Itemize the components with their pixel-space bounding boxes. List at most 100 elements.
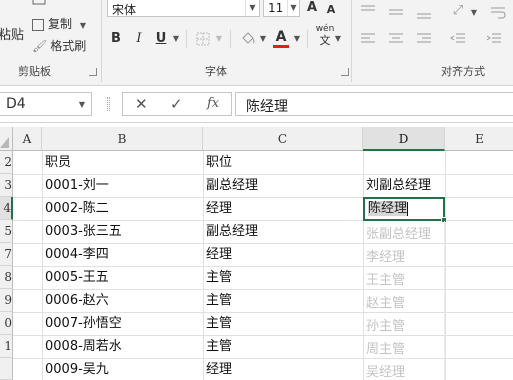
row-header[interactable]: 8 xyxy=(0,266,13,289)
chevron-down-icon[interactable]: ▼ xyxy=(171,29,181,49)
italic-button[interactable]: I xyxy=(130,29,148,49)
row-header[interactable]: 5 xyxy=(0,220,13,243)
column-header-c[interactable]: C xyxy=(203,127,363,151)
decrease-font-button[interactable]: A xyxy=(324,0,338,20)
fill-color-button[interactable] xyxy=(237,28,259,48)
align-center-button[interactable] xyxy=(385,29,407,49)
cell-b3[interactable]: 0001-刘一 xyxy=(42,174,109,197)
cancel-button[interactable]: ✕ xyxy=(135,95,148,113)
increase-indent-button[interactable] xyxy=(483,29,505,49)
cell-c10[interactable]: 主管 xyxy=(203,335,232,358)
cell-c2[interactable]: 职位 xyxy=(203,151,232,174)
fx-icon: fx xyxy=(207,96,220,111)
active-cell-d4[interactable]: 陈经理 xyxy=(363,197,447,223)
row-header[interactable]: 2 xyxy=(0,151,13,174)
font-size-value: 11 xyxy=(268,1,284,15)
font-size-combo[interactable]: 11 ▼ xyxy=(263,0,300,17)
cell-c11[interactable]: 经理 xyxy=(203,358,232,380)
chevron-down-icon: ▼ xyxy=(245,0,259,16)
format-painter-label: 格式刷 xyxy=(50,39,87,53)
row-header[interactable] xyxy=(0,358,13,380)
flash-fill-suggestion: 周主管 xyxy=(366,342,406,357)
align-right-button[interactable] xyxy=(413,29,435,49)
cell-b5[interactable]: 0003-张三五 xyxy=(42,220,122,243)
formula-input[interactable]: 陈经理 xyxy=(235,92,513,116)
chevron-down-icon[interactable]: ▼ xyxy=(292,29,302,49)
underline-button[interactable]: U xyxy=(152,29,170,49)
cell-b2[interactable]: 职员 xyxy=(42,151,71,174)
cell-d4-editor[interactable]: 陈经理 xyxy=(367,200,409,218)
ribbon-separator xyxy=(230,30,231,48)
align-left-button[interactable] xyxy=(357,29,379,49)
cell-b6[interactable]: 0004-李四 xyxy=(42,243,109,266)
chevron-down-icon[interactable]: ▼ xyxy=(258,29,268,49)
flash-fill-suggestion: 张副总经理 xyxy=(366,227,432,242)
cell-b8[interactable]: 0006-赵六 xyxy=(42,289,109,312)
cell-c8[interactable]: 主管 xyxy=(203,289,232,312)
format-painter-button[interactable]: 🖌 格式刷 xyxy=(32,37,86,54)
flash-fill-divider xyxy=(444,221,445,380)
align-top-icon xyxy=(361,5,375,10)
row-header[interactable]: 4 xyxy=(0,197,13,220)
column-header-e[interactable]: E xyxy=(445,127,513,151)
row-header[interactable]: 7 xyxy=(0,243,13,266)
column-header-d[interactable]: D xyxy=(363,127,445,151)
wrap-text-button[interactable] xyxy=(486,2,510,22)
font-launcher-icon[interactable] xyxy=(341,68,349,76)
align-top-button[interactable] xyxy=(357,2,379,22)
copy-button[interactable]: 复制 ▼ xyxy=(32,15,86,32)
clipboard-launcher-icon[interactable] xyxy=(89,68,97,76)
decrease-indent-button[interactable] xyxy=(447,29,469,49)
flash-fill-suggestion: 吴经理 xyxy=(366,365,406,380)
borders-button[interactable] xyxy=(192,29,214,49)
enter-button[interactable]: ✓ xyxy=(170,95,183,113)
row-header[interactable]: 3 xyxy=(0,174,13,197)
cell-b9[interactable]: 0007-孙悟空 xyxy=(42,312,122,335)
font-color-bar xyxy=(273,45,289,48)
increase-font-button[interactable]: A xyxy=(304,0,320,18)
formula-content: 陈经理 xyxy=(246,99,288,115)
cell-c6[interactable]: 经理 xyxy=(203,243,232,266)
align-right-icon xyxy=(417,33,431,42)
align-center-icon xyxy=(389,33,403,42)
cell-b4[interactable]: 0002-陈二 xyxy=(42,197,109,220)
cell-c3[interactable]: 副总经理 xyxy=(203,174,258,197)
grip-handle[interactable] xyxy=(107,97,110,111)
align-middle-button[interactable] xyxy=(385,2,407,22)
formula-buttons: ✕ ✓ fx xyxy=(122,92,232,116)
font-name-combo[interactable]: 宋体 ▼ xyxy=(107,0,260,17)
column-header-a[interactable]: A xyxy=(13,127,42,151)
row-header[interactable]: 1 xyxy=(0,335,13,358)
cell-b7[interactable]: 0005-王五 xyxy=(42,266,109,289)
paint-bucket-icon xyxy=(242,31,255,44)
row-header[interactable]: 9 xyxy=(0,289,13,312)
cell-c4[interactable]: 经理 xyxy=(203,197,232,220)
font-group-label: 字体 xyxy=(205,65,227,78)
chevron-down-icon[interactable]: ▼ xyxy=(333,29,343,49)
name-box[interactable]: D4 ▼ xyxy=(0,92,92,116)
row-header[interactable]: 0 xyxy=(0,312,13,335)
paste-button[interactable]: 粘贴 xyxy=(0,24,24,43)
cell-d3[interactable]: 刘副总经理 xyxy=(363,174,431,197)
increase-font-icon: A xyxy=(306,0,318,15)
bold-icon: B xyxy=(111,31,121,46)
align-bottom-button[interactable] xyxy=(413,2,435,22)
chevron-down-icon[interactable]: ▼ xyxy=(469,3,479,23)
orientation-button[interactable]: ⤢ xyxy=(447,1,469,21)
cell-c7[interactable]: 主管 xyxy=(203,266,232,289)
copy-icon xyxy=(32,18,44,31)
select-all-corner[interactable] xyxy=(0,127,13,151)
cell-c5[interactable]: 副总经理 xyxy=(203,220,258,243)
cell-c9[interactable]: 主管 xyxy=(203,312,232,335)
font-color-button[interactable]: A xyxy=(271,27,291,48)
chevron-down-icon[interactable]: ▼ xyxy=(214,29,224,49)
column-header-b[interactable]: B xyxy=(42,127,203,151)
paintbrush-icon: 🖌 xyxy=(32,39,48,53)
clipboard-group-label: 剪贴板 xyxy=(18,65,51,78)
paste-label: 粘贴 xyxy=(0,28,25,43)
insert-function-button[interactable]: fx xyxy=(207,96,219,111)
cell-b10[interactable]: 0008-周若水 xyxy=(42,335,122,358)
bold-button[interactable]: B xyxy=(107,29,125,49)
chevron-down-icon: ▼ xyxy=(79,21,86,30)
cell-b11[interactable]: 0009-吴九 xyxy=(42,358,109,380)
